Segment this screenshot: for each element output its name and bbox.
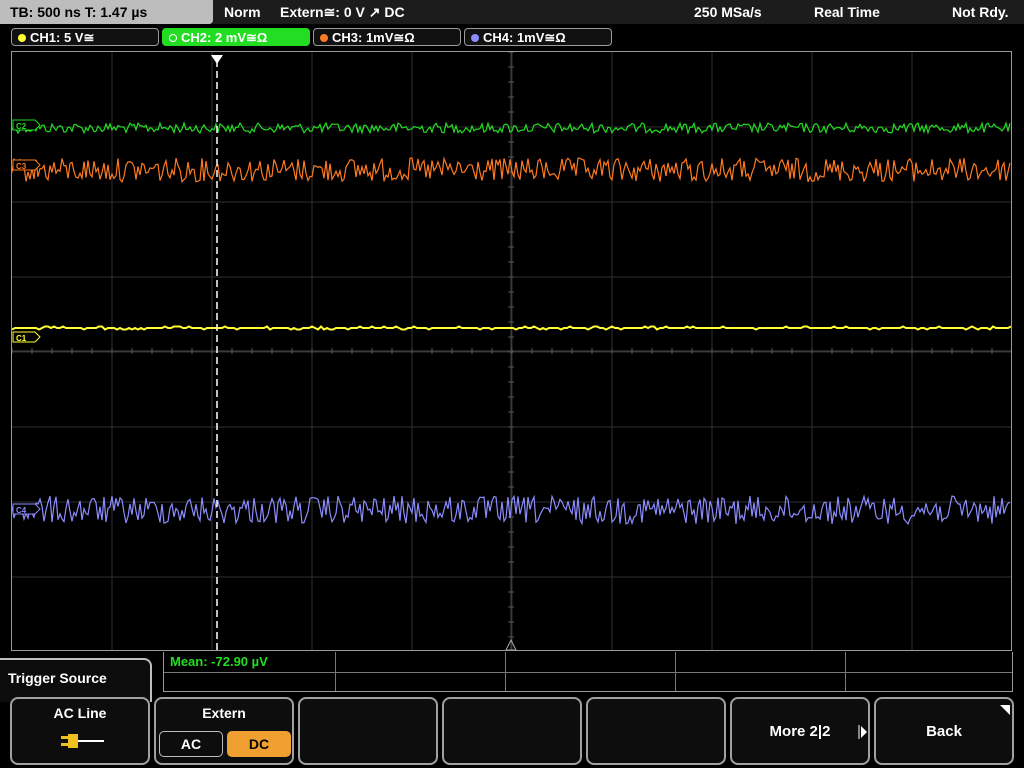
channel-tab-row: CH1: 5 V≅ CH2: 2 mV≅Ω CH3: 1mV≅Ω CH4: 1m… xyxy=(0,26,1024,48)
status-bar: TB: 500 ns T: 1.47 µs Norm Extern≅: 0 V … xyxy=(0,0,1024,24)
chevron-right-icon xyxy=(858,725,867,739)
ac-line-label: AC Line xyxy=(53,705,107,721)
softkey-empty-3[interactable] xyxy=(298,697,438,765)
power-plug-icon xyxy=(61,734,104,748)
extern-dc-option[interactable]: DC xyxy=(227,731,291,757)
softkey-panel-title-text: Trigger Source xyxy=(8,670,107,686)
measurement-divider xyxy=(845,652,846,691)
ch2-marker-label: C2 xyxy=(16,122,27,131)
measurement-divider xyxy=(675,652,676,691)
extern-button[interactable]: Extern AC DC xyxy=(154,697,294,765)
trigger-info[interactable]: Extern≅: 0 V ↗ DC xyxy=(280,0,405,24)
measurement-divider xyxy=(335,652,336,691)
measurement-bar: Mean: -72.90 µV xyxy=(163,652,1013,692)
ch1-marker-label: C1 xyxy=(16,334,27,343)
sample-rate: 250 MSa/s xyxy=(694,4,762,20)
ch4-label: CH4: 1mV≅Ω xyxy=(483,30,566,45)
measurement-divider xyxy=(164,672,1012,673)
channel-tab-ch2[interactable]: CH2: 2 mV≅Ω xyxy=(162,28,310,46)
more-button[interactable]: More 2|2 xyxy=(730,697,870,765)
ch3-label: CH3: 1mV≅Ω xyxy=(332,30,415,45)
measurement-divider xyxy=(505,652,506,691)
softkey-empty-5[interactable] xyxy=(586,697,726,765)
channel-tab-ch4[interactable]: CH4: 1mV≅Ω xyxy=(464,28,612,46)
ch3-marker[interactable]: C3 xyxy=(12,159,41,171)
ch4-dot-icon xyxy=(471,34,479,42)
measurement-mean[interactable]: Mean: -72.90 µV xyxy=(170,654,268,669)
back-button[interactable]: Back xyxy=(874,697,1014,765)
ch1-label: CH1: 5 V≅ xyxy=(30,30,95,45)
extern-label: Extern xyxy=(202,705,246,721)
extern-ac-option[interactable]: AC xyxy=(159,731,223,757)
waveform-svg: C2 C3 C1 C4 xyxy=(12,52,1011,650)
waveform-display[interactable]: C2 C3 C1 C4 xyxy=(11,51,1012,651)
ch3-marker-label: C3 xyxy=(16,162,27,171)
softkey-empty-4[interactable] xyxy=(442,697,582,765)
ch1-marker[interactable]: C1 xyxy=(12,331,41,343)
more-label: More 2|2 xyxy=(769,723,831,740)
softkey-panel-title: Trigger Source xyxy=(0,658,152,702)
channel-tab-ch1[interactable]: CH1: 5 V≅ xyxy=(11,28,159,46)
acquisition-state: Not Rdy. xyxy=(952,4,1009,20)
ch2-dot-icon xyxy=(169,34,177,42)
ch2-label: CH2: 2 mV≅Ω xyxy=(181,30,268,45)
menu-corner-icon xyxy=(1000,705,1010,715)
trigger-mode[interactable]: Norm xyxy=(224,0,261,24)
ch4-marker-label: C4 xyxy=(16,506,27,515)
ac-line-button[interactable]: AC Line xyxy=(10,697,150,765)
timebase-readout[interactable]: TB: 500 ns T: 1.47 µs xyxy=(0,0,213,24)
graticule-center-axes xyxy=(12,52,1011,650)
ch1-dot-icon xyxy=(18,34,26,42)
back-label: Back xyxy=(926,723,962,740)
acquisition-mode: Real Time xyxy=(814,4,880,20)
ch4-marker[interactable]: C4 xyxy=(12,503,41,515)
channel-tab-ch3[interactable]: CH3: 1mV≅Ω xyxy=(313,28,461,46)
ch3-dot-icon xyxy=(320,34,328,42)
ch2-marker[interactable]: C2 xyxy=(12,119,41,131)
trigger-position-marker-icon[interactable] xyxy=(211,55,223,64)
